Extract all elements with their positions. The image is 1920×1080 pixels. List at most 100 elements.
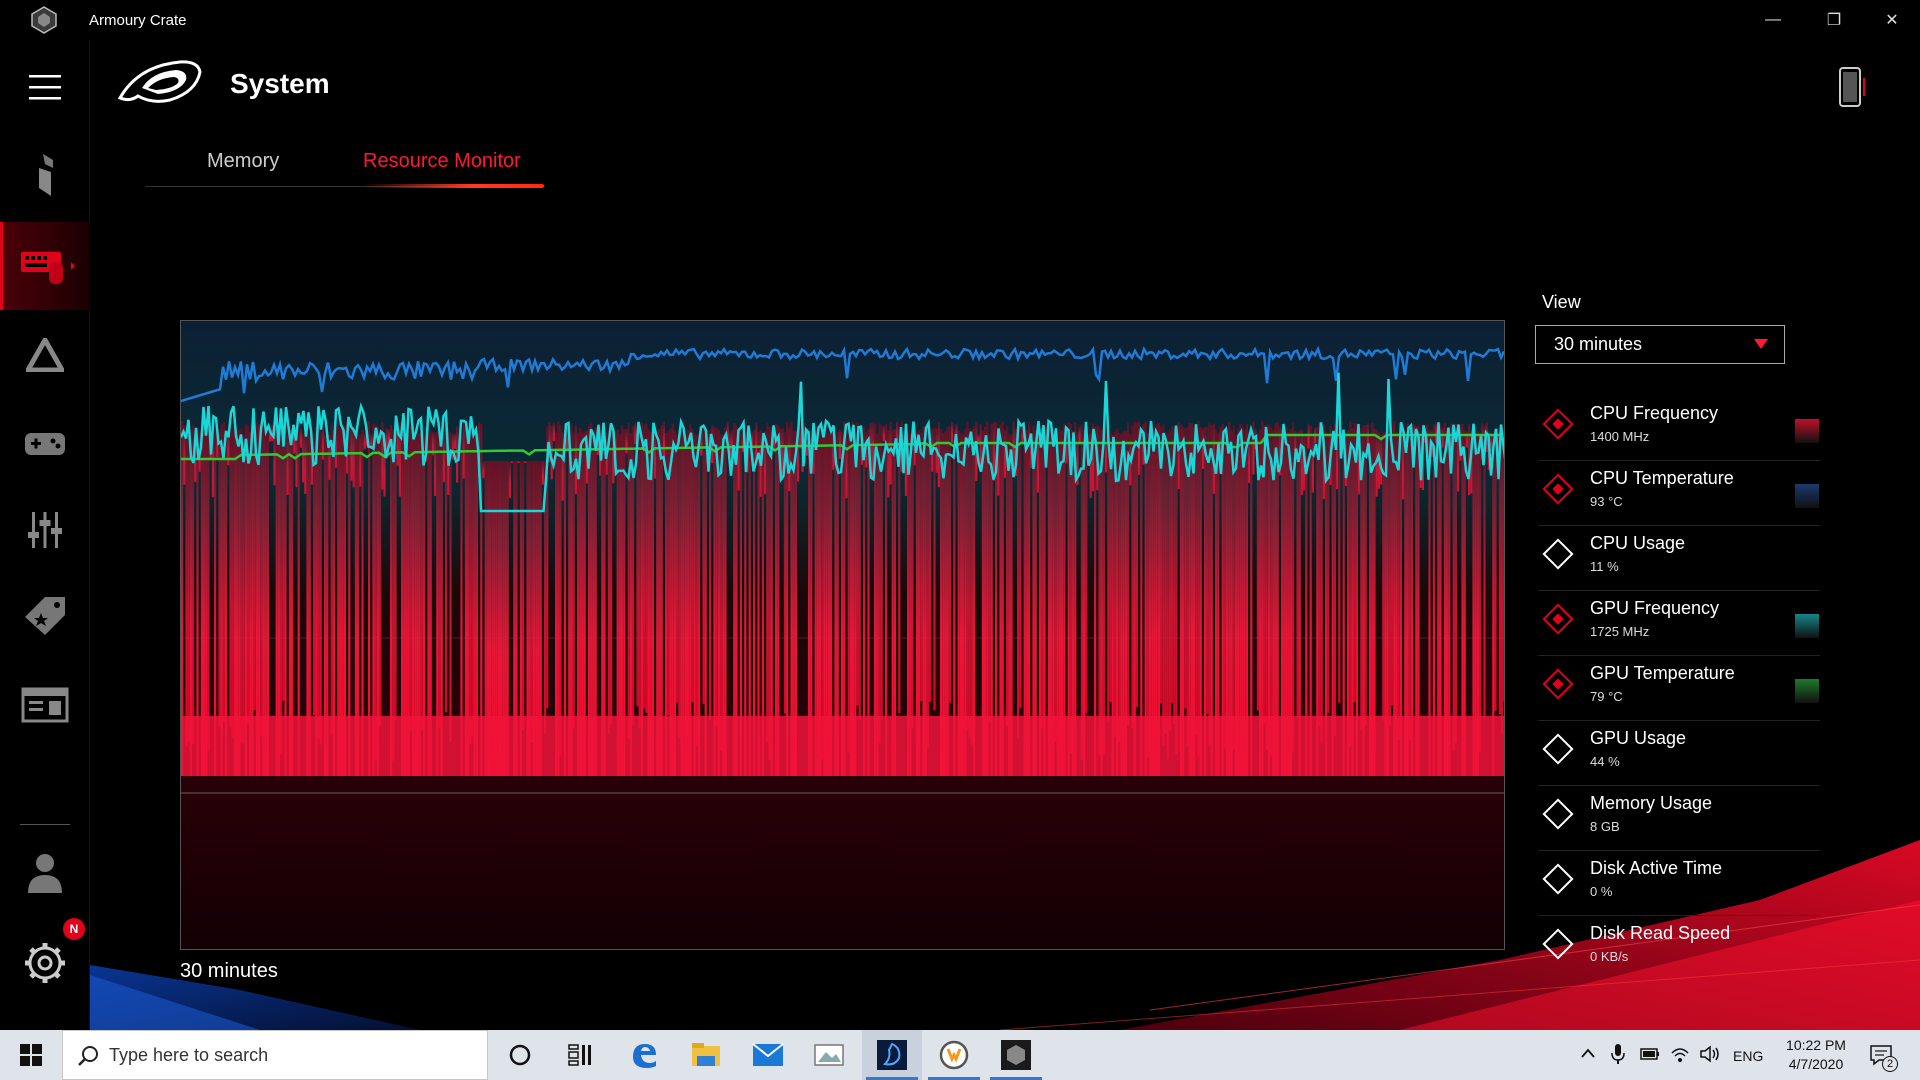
clock-time: 10:22 PM — [1786, 1037, 1846, 1053]
metric-cpu-temperature[interactable]: CPU Temperature 93 °C — [1538, 462, 1820, 526]
metric-value: 44 % — [1590, 754, 1620, 769]
rail-item-gamevisual[interactable] — [0, 408, 90, 478]
cortana-button[interactable] — [490, 1030, 550, 1080]
gamevisual-icon — [25, 433, 65, 455]
cpu-frequency-bar — [559, 425, 562, 756]
metric-value: 79 °C — [1590, 689, 1623, 704]
cpu-frequency-base — [181, 716, 1504, 776]
armoury-crate-taskbar-button[interactable] — [986, 1030, 1046, 1080]
taskbar-search[interactable] — [62, 1030, 488, 1080]
rail-item-system[interactable] — [0, 222, 90, 310]
cpu-frequency-bar — [524, 461, 527, 463]
minimize-icon: — — [1765, 11, 1781, 28]
toggle-diamond-icon[interactable] — [1542, 668, 1574, 700]
metric-disk-read-speed[interactable]: Disk Read Speed 0 KB/s — [1538, 917, 1820, 981]
maximize-button[interactable]: ❐ — [1806, 0, 1862, 40]
metric-gpu-temperature[interactable]: GPU Temperature 79 °C — [1538, 657, 1820, 721]
rail-item-home[interactable] — [0, 140, 90, 210]
cpu-frequency-bar — [911, 423, 914, 728]
rail-item-user[interactable] — [0, 838, 90, 908]
menu-button[interactable] — [0, 52, 90, 122]
cpu-frequency-bar — [280, 424, 283, 755]
rail-item-deals[interactable] — [0, 580, 90, 650]
chart-plot — [181, 321, 1504, 949]
view-dropdown[interactable]: 30 minutes — [1535, 325, 1785, 364]
tab-resource-monitor[interactable]: Resource Monitor — [363, 150, 521, 173]
cpu-frequency-bar — [379, 431, 382, 726]
toggle-diamond-icon[interactable] — [1542, 863, 1574, 895]
overwatch-button[interactable] — [924, 1030, 984, 1080]
cpu-frequency-bar — [1208, 422, 1211, 747]
tab-memory[interactable]: Memory — [207, 150, 279, 173]
clock-date: 4/7/2020 — [1788, 1056, 1844, 1072]
cpu-frequency-bar — [720, 434, 723, 751]
equalizer-icon — [28, 512, 62, 548]
cpu-frequency-bar — [929, 426, 932, 702]
metric-gpu-usage[interactable]: GPU Usage 44 % — [1538, 722, 1820, 786]
metric-memory-usage[interactable]: Memory Usage 8 GB — [1538, 787, 1820, 851]
toggle-diamond-icon[interactable] — [1542, 538, 1574, 570]
toggle-diamond-icon[interactable] — [1542, 408, 1574, 440]
metric-disk-active-time[interactable]: Disk Active Time 0 % — [1538, 852, 1820, 916]
cpu-frequency-bar — [511, 461, 514, 463]
wifi-icon[interactable] — [1670, 1045, 1690, 1063]
cpu-frequency-bar — [643, 424, 646, 709]
cpu-frequency-bar — [926, 432, 929, 748]
settings-gear-icon — [25, 943, 65, 983]
cpu-frequency-bar — [1479, 432, 1482, 753]
microphone-icon[interactable] — [1611, 1043, 1625, 1065]
task-view-button[interactable] — [550, 1030, 610, 1080]
device-status-icon[interactable] — [1838, 66, 1866, 108]
battlenet-button[interactable] — [862, 1030, 922, 1080]
cpu-frequency-bar — [286, 433, 289, 495]
cpu-frequency-bar — [1175, 432, 1178, 755]
search-input[interactable] — [109, 1031, 469, 1079]
photos-button[interactable] — [800, 1030, 860, 1080]
cpu-frequency-bar — [691, 428, 694, 703]
series-cpu-frequency — [181, 421, 1504, 776]
cpu-frequency-bar — [882, 426, 885, 442]
cpu-frequency-bar — [1164, 433, 1167, 734]
metric-name: GPU Usage — [1590, 728, 1687, 748]
volume-icon[interactable] — [1699, 1045, 1721, 1063]
rail-item-scenario[interactable] — [0, 495, 90, 565]
chevron-up-icon[interactable] — [1580, 1047, 1596, 1059]
toggle-diamond-icon[interactable] — [1542, 928, 1574, 960]
cpu-frequency-bar — [1041, 422, 1044, 728]
start-button[interactable] — [0, 1030, 62, 1080]
metric-cpu-frequency[interactable]: CPU Frequency 1400 MHz — [1538, 397, 1820, 461]
taskbar-clock[interactable]: 10:22 PM 4/7/2020 — [1768, 1036, 1864, 1074]
toggle-diamond-icon[interactable] — [1542, 798, 1574, 830]
minimize-button[interactable]: — — [1745, 0, 1801, 40]
cpu-frequency-bar — [317, 428, 320, 739]
cpu-frequency-bar — [887, 430, 890, 498]
left-navigation-rail: N — [0, 40, 90, 1030]
cpu-frequency-bar — [607, 427, 610, 734]
mail-button[interactable] — [738, 1030, 798, 1080]
cpu-frequency-bar — [1197, 421, 1200, 756]
cpu-frequency-bar — [1206, 427, 1209, 714]
rail-item-news[interactable] — [0, 670, 90, 740]
close-button[interactable]: ✕ — [1864, 0, 1920, 40]
toggle-diamond-icon[interactable] — [1542, 733, 1574, 765]
metric-name: CPU Frequency — [1590, 403, 1719, 423]
metric-cpu-usage[interactable]: CPU Usage 11 % — [1538, 527, 1820, 591]
metric-gpu-frequency[interactable]: GPU Frequency 1725 MHz — [1538, 592, 1820, 656]
chart-range-label: 30 minutes — [180, 960, 278, 982]
series-color-swatch — [1795, 419, 1819, 443]
cpu-frequency-bar — [636, 427, 639, 707]
rail-item-aura[interactable] — [0, 320, 90, 390]
edge-icon — [633, 1044, 656, 1068]
toggle-diamond-icon[interactable] — [1542, 473, 1574, 505]
file-explorer-button[interactable] — [676, 1030, 736, 1080]
metric-name: CPU Usage — [1590, 533, 1686, 553]
cpu-frequency-bar — [229, 425, 232, 727]
language-indicator[interactable]: ENG — [1733, 1048, 1763, 1064]
edge-button[interactable] — [614, 1030, 674, 1080]
toggle-diamond-icon[interactable] — [1542, 603, 1574, 635]
battery-icon[interactable] — [1640, 1046, 1660, 1062]
metric-name: Disk Active Time — [1590, 858, 1723, 878]
cpu-frequency-bar — [420, 434, 423, 731]
cpu-frequency-bar — [530, 461, 533, 743]
cpu-frequency-bar — [1382, 432, 1385, 721]
